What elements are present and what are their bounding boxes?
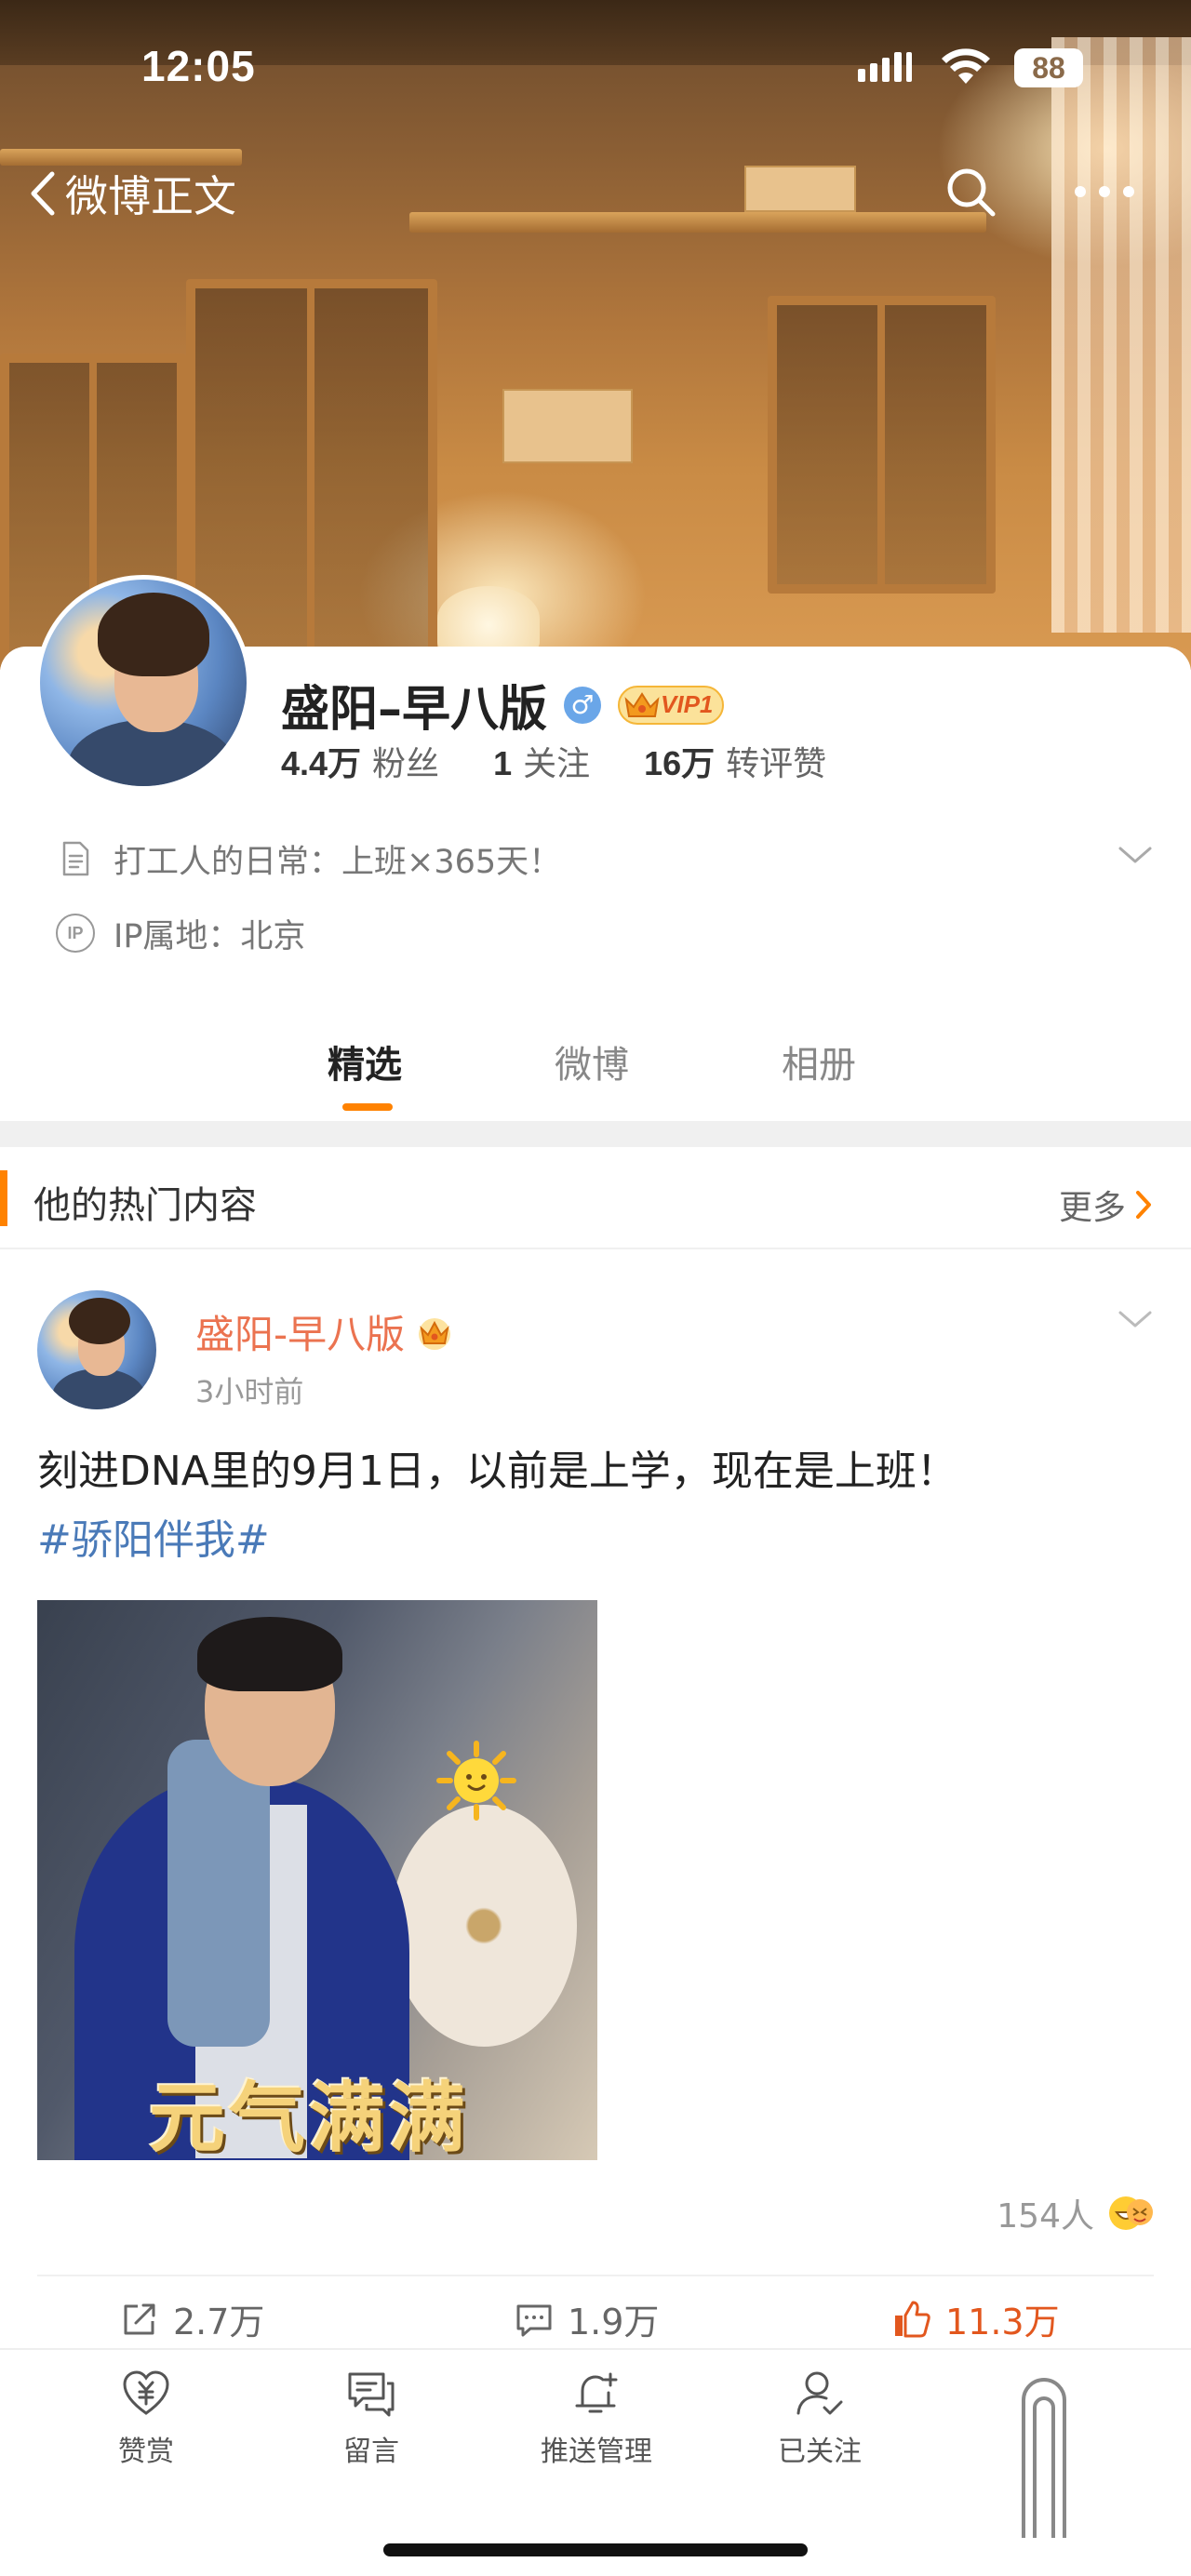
chevron-down-icon[interactable]	[1117, 1307, 1154, 1333]
engagement-stat[interactable]: 16万 转评赞	[644, 737, 826, 785]
status-bar: 12:05 88	[0, 0, 1191, 140]
profile-tabs: 精选 微博 相册	[0, 1023, 1191, 1116]
more-link[interactable]: 更多	[1059, 1181, 1154, 1229]
cover-box	[502, 389, 633, 463]
profile-avatar[interactable]	[35, 575, 251, 791]
tab-album[interactable]: 相册	[782, 1034, 856, 1088]
vip-badge[interactable]: VIP1	[618, 685, 725, 725]
reward-label: 赞赏	[118, 2436, 174, 2468]
tab-weibo[interactable]: 微博	[555, 1034, 629, 1088]
status-time: 12:05	[141, 42, 256, 90]
comment-count: 1.9万	[568, 2302, 660, 2342]
like-button[interactable]: 11.3万	[891, 2293, 1060, 2344]
home-indicator	[383, 2543, 808, 2556]
chevron-left-icon	[31, 171, 55, 216]
post-image[interactable]: 元气满满	[37, 1600, 597, 2160]
repost-count: 2.7万	[173, 2302, 265, 2342]
image-caption: 元气满满	[149, 2075, 470, 2160]
back-label: 微博正文	[65, 171, 236, 221]
image-scarf	[167, 1740, 270, 2047]
cover-shelf	[409, 212, 986, 233]
following-count: 1	[493, 744, 513, 782]
profile-bio: 打工人的日常：上班×365天！	[56, 835, 1154, 882]
cover-box	[744, 166, 856, 212]
post-hashtag[interactable]: #骄阳伴我#	[37, 1506, 1154, 1575]
signal-icon	[858, 52, 912, 82]
comment-icon	[516, 2304, 552, 2336]
reward-icon	[123, 2370, 169, 2415]
profile-name-row: 盛阳–早八版 ♂ VIP1	[281, 670, 725, 740]
message-icon	[348, 2372, 395, 2417]
like-count: 11.3万	[945, 2302, 1060, 2342]
profile-stats: 4.4万 粉丝 1 关注 16万 转评赞	[281, 737, 880, 785]
image-hair	[197, 1617, 342, 1691]
chevron-right-icon	[1136, 1191, 1151, 1219]
hot-content-header: 他的热门内容 更多	[0, 1147, 1191, 1249]
post-actions: 2.7万 1.9万 11.3万	[37, 2275, 1154, 2349]
section-divider	[0, 1121, 1191, 1147]
reaction-count: 154人	[997, 2197, 1094, 2236]
bell-plus-icon	[575, 2372, 618, 2413]
image-disc	[391, 1805, 577, 2047]
followed-button[interactable]: 已关注	[741, 2369, 899, 2469]
wifi-icon	[942, 48, 990, 84]
reaction-summary[interactable]: 154人	[997, 2189, 1154, 2237]
post-text: 刻进DNA里的9月1日，以前是上学，现在是上班！ #骄阳伴我#	[37, 1437, 1154, 1575]
sun-sticker-icon	[436, 1741, 516, 1821]
gender-male-icon: ♂	[564, 686, 602, 724]
more-label: 更多	[1058, 1189, 1126, 1227]
post-author-avatar[interactable]	[37, 1290, 156, 1409]
comment-button[interactable]: 1.9万	[514, 2293, 659, 2344]
battery-indicator: 88	[1014, 48, 1083, 87]
engagement-count: 16万	[644, 744, 716, 782]
followers-count: 4.4万	[281, 744, 362, 782]
search-icon[interactable]	[944, 166, 997, 218]
active-tab-indicator	[342, 1103, 393, 1111]
repost-icon	[124, 2303, 155, 2334]
message-label: 留言	[343, 2436, 399, 2468]
bio-text: 打工人的日常：上班×365天！	[114, 843, 562, 881]
crown-icon	[624, 691, 660, 717]
document-icon	[62, 841, 89, 876]
vip-level: VIP1	[661, 690, 714, 718]
ip-location: IP IP属地：北京	[56, 910, 305, 956]
scroll-handle-icon[interactable]	[1014, 2370, 1074, 2538]
following-label: 关注	[523, 745, 591, 783]
bottom-action-bar: 赞赏 留言 推送管理 已关注	[0, 2348, 1191, 2576]
message-button[interactable]: 留言	[292, 2369, 450, 2469]
post-author-name[interactable]: 盛阳-早八版	[195, 1303, 455, 1360]
repost-button[interactable]: 2.7万	[119, 2293, 264, 2344]
push-settings-button[interactable]: 推送管理	[517, 2369, 676, 2469]
profile-name: 盛阳–早八版	[281, 682, 548, 738]
chevron-down-icon[interactable]	[1117, 841, 1154, 869]
post-time: 3小时前	[195, 1374, 304, 1409]
more-options-icon[interactable]	[1075, 186, 1140, 199]
section-accent-bar	[0, 1170, 7, 1226]
reward-button[interactable]: 赞赏	[67, 2369, 225, 2469]
tab-featured[interactable]: 精选	[328, 1034, 402, 1088]
ip-text: IP属地：北京	[114, 917, 306, 955]
hot-content-title: 他的热门内容	[33, 1184, 257, 1227]
back-button[interactable]: 微博正文	[26, 163, 236, 224]
followed-label: 已关注	[778, 2436, 862, 2468]
post-author-label: 盛阳-早八版	[195, 1312, 406, 1357]
crown-icon	[419, 1317, 451, 1350]
followers-stat[interactable]: 4.4万 粉丝	[281, 737, 439, 785]
cover-lamp	[437, 586, 540, 651]
thumbs-up-icon	[895, 2301, 930, 2337]
post-body: 刻进DNA里的9月1日，以前是上学，现在是上班！	[37, 1448, 957, 1495]
following-stat[interactable]: 1 关注	[493, 737, 590, 785]
push-settings-label: 推送管理	[541, 2436, 652, 2468]
engagement-label: 转评赞	[726, 745, 827, 783]
ip-icon: IP	[56, 914, 95, 953]
followers-label: 粉丝	[372, 745, 440, 783]
post-card[interactable]: 盛阳-早八版 3小时前 刻进DNA里的9月1日，以前是上学，现在是上班！ #骄阳…	[0, 1251, 1191, 2349]
user-check-icon	[796, 2371, 843, 2415]
laugh-emoji-icon	[1109, 2196, 1153, 2230]
cover-cabinet	[768, 296, 996, 594]
